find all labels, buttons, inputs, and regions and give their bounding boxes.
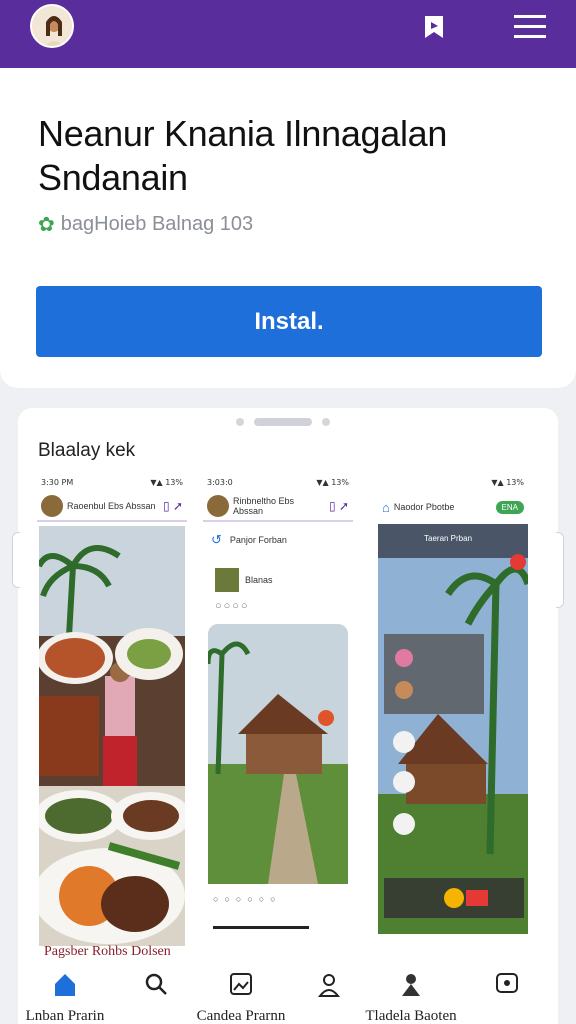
gallery-pager bbox=[236, 418, 330, 426]
screenshot-phone-2[interactable]: 3:03:0 ▼▲ 13% Rinbneltho Ebs Abssan ▯ ➚ … bbox=[203, 476, 353, 956]
status-badge: ENA bbox=[495, 500, 524, 514]
village-photo bbox=[378, 524, 528, 934]
subtitle-text: bagHoieb Balnag 103 bbox=[60, 213, 254, 235]
bookmark-icon[interactable] bbox=[423, 14, 445, 40]
phone-app-title: Rinbneltho Ebs Abssan bbox=[233, 496, 295, 516]
avatar bbox=[207, 495, 229, 517]
reaction-row[interactable]: ○○○○ bbox=[215, 600, 250, 612]
pager-dot[interactable] bbox=[322, 418, 330, 426]
app-subtitle: ✿ bagHoieb Balnag 103 bbox=[38, 212, 253, 237]
status-time: 3:03:0 bbox=[207, 478, 233, 487]
phone-app-title: Raoenbul Ebs Abssan bbox=[67, 501, 156, 511]
refresh-icon[interactable]: ↺ bbox=[211, 532, 222, 548]
action-icons[interactable]: ○○○○○○ bbox=[213, 894, 282, 904]
phone-app-header: Raoenbul Ebs Abssan ▯ ➚ bbox=[37, 492, 187, 522]
gallery-prev-handle[interactable] bbox=[12, 532, 20, 588]
screenshot-caption: Pagsber Rohbs Dolsen bbox=[44, 944, 171, 959]
status-bar: ▼▲ 13% bbox=[378, 476, 528, 490]
sub-header-title: Panjor Forban bbox=[229, 535, 287, 545]
leaf-icon: ✿ bbox=[38, 214, 55, 236]
phone-app-title: Naodor Pbotbe bbox=[393, 502, 455, 512]
screenshot-phone-1[interactable]: 3:30 PM ▼▲ 13% Raoenbul Ebs Abssan ▯ ➚ bbox=[37, 476, 187, 956]
sub-header: ↺ Panjor Forban bbox=[211, 532, 287, 548]
status-right: ▼▲ 13% bbox=[150, 478, 183, 487]
share-icon: ▯ ➚ bbox=[329, 499, 349, 513]
pager-dot[interactable] bbox=[236, 418, 244, 426]
progress-bar bbox=[213, 926, 309, 929]
install-button[interactable]: Instal. bbox=[36, 286, 542, 357]
gallery-next-handle[interactable] bbox=[556, 532, 564, 608]
food-photo bbox=[39, 526, 185, 946]
status-bar: 3:30 PM ▼▲ 13% bbox=[37, 476, 187, 490]
app-header bbox=[0, 0, 576, 68]
tab-label: Tladela Baoten bbox=[365, 1008, 457, 1024]
tab-label: Candea Prarnn bbox=[196, 1008, 286, 1024]
list-item[interactable]: Blanas bbox=[215, 568, 273, 592]
status-bar: 3:03:0 ▼▲ 13% bbox=[203, 476, 353, 490]
tab-label: Lnban Prarin bbox=[25, 1008, 105, 1024]
tab-chat[interactable] bbox=[442, 972, 572, 1002]
phone-app-header: ⌂ Naodor Pbotbe ENA bbox=[378, 492, 528, 522]
hamburger-menu-icon[interactable] bbox=[514, 14, 546, 40]
avatar bbox=[41, 495, 63, 517]
status-right: ▼▲ 13% bbox=[316, 478, 349, 487]
phone-app-header: Rinbneltho Ebs Abssan ▯ ➚ bbox=[203, 492, 353, 522]
screenshot-phone-3[interactable]: ▼▲ 13% ⌂ Naodor Pbotbe ENA Taeran Prban bbox=[378, 476, 528, 956]
chat-icon bbox=[442, 972, 572, 1002]
thumbnail bbox=[215, 568, 239, 592]
home-icon[interactable]: ⌂ bbox=[382, 500, 390, 515]
status-time: 3:30 PM bbox=[41, 478, 74, 487]
profile-avatar-icon[interactable] bbox=[30, 4, 74, 48]
photo-banner: Taeran Prban bbox=[424, 534, 473, 543]
list-item-label: Blanas bbox=[245, 575, 273, 585]
app-title: Neanur Knania Ilnnagalan Sndanain bbox=[38, 113, 448, 198]
share-icon: ▯ ➚ bbox=[163, 499, 183, 513]
pager-active[interactable] bbox=[254, 418, 312, 426]
house-photo bbox=[208, 624, 348, 884]
gallery-section-label: Blaalay kek bbox=[38, 440, 136, 461]
status-right: ▼▲ 13% bbox=[491, 478, 524, 487]
